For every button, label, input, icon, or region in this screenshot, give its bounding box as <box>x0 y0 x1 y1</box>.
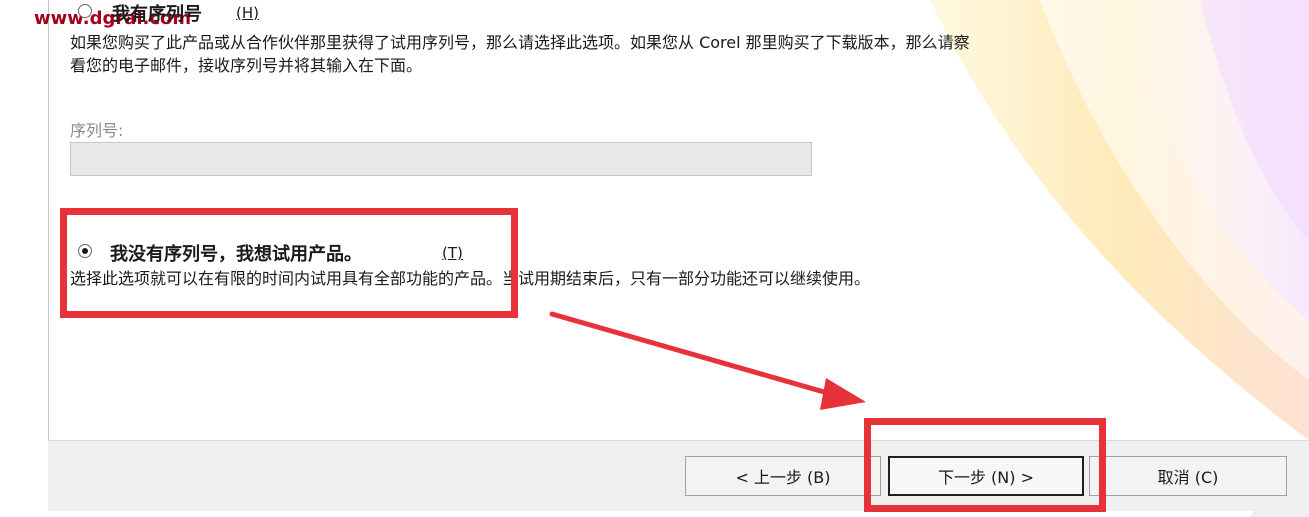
has-serial-description-line2: 看您的电子邮件，接收序列号并将其输入在下面。 <box>70 56 423 75</box>
previous-button[interactable]: < 上一步 (B) <box>685 456 881 496</box>
cancel-button[interactable]: 取消 (C) <box>1089 456 1287 496</box>
trial-highlight-box <box>60 208 518 318</box>
has-serial-radio[interactable] <box>78 4 92 18</box>
serial-label: 序列号: <box>70 121 124 140</box>
serial-input[interactable] <box>70 142 812 176</box>
dialog-left-border <box>48 0 49 470</box>
has-serial-title[interactable]: 我有序列号 <box>112 0 202 26</box>
has-serial-description-line1: 如果您购买了此产品或从合作伙伴那里获得了试用序列号，那么请选择此选项。如果您从 … <box>70 33 970 52</box>
next-highlight-box <box>864 418 1106 512</box>
has-serial-accelerator: (H) <box>236 4 259 22</box>
